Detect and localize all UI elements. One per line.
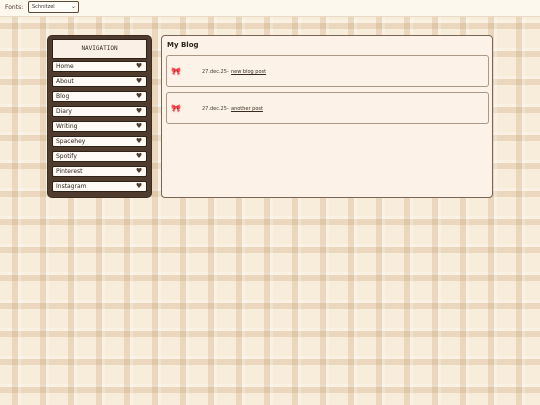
heart-icon: ♥	[135, 107, 143, 115]
heart-icon: ♥	[135, 137, 143, 145]
nav-item-blog[interactable]: Blog ♥	[52, 91, 147, 102]
heart-icon: ♥	[135, 122, 143, 130]
heart-icon: ♥	[135, 92, 143, 100]
nav-item-label: Instagram	[56, 183, 87, 190]
heart-icon: ♥	[135, 182, 143, 190]
nav-item-label: Writing	[56, 123, 78, 130]
nav-item-spotify[interactable]: Spotify ♥	[52, 151, 147, 162]
heart-icon: ♥	[135, 167, 143, 175]
post-separator: -	[227, 106, 229, 112]
nav-item-diary[interactable]: Diary ♥	[52, 106, 147, 117]
nav-item-label: Spacehey	[56, 138, 86, 145]
blog-title: My Blog	[167, 41, 199, 49]
bow-icon: 🎀	[171, 104, 181, 113]
heart-icon: ♥	[135, 77, 143, 85]
nav-item-about[interactable]: About ♥	[52, 76, 147, 87]
post-title-link[interactable]: new blog post	[231, 69, 266, 75]
nav-item-instagram[interactable]: Instagram ♥	[52, 181, 147, 192]
nav-item-writing[interactable]: Writing ♥	[52, 121, 147, 132]
navigation-panel: NAVIGATION Home ♥ About ♥ Blog ♥ Diary ♥…	[48, 36, 151, 197]
font-label: Fonts:	[5, 4, 24, 11]
nav-item-label: Home	[56, 63, 74, 70]
nav-item-label: Diary	[56, 108, 72, 115]
post-separator: -	[227, 69, 229, 75]
heart-icon: ♥	[135, 62, 143, 70]
chevron-down-icon: ⌄	[70, 3, 76, 10]
nav-item-label: Spotify	[56, 153, 77, 160]
nav-item-label: Blog	[56, 93, 70, 100]
font-bar: Fonts: Schnitzel ⌄	[0, 0, 540, 17]
nav-item-pinterest[interactable]: Pinterest ♥	[52, 166, 147, 177]
post-date: 27.dec.25	[202, 69, 227, 75]
font-select-value: Schnitzel	[32, 4, 55, 10]
blog-panel: My Blog 🎀 27.dec.25 - new blog post 🎀 27…	[161, 35, 493, 198]
nav-item-label: About	[56, 78, 74, 85]
post-date: 27.dec.25	[202, 106, 227, 112]
nav-item-home[interactable]: Home ♥	[52, 61, 147, 72]
navigation-title: NAVIGATION	[52, 39, 147, 59]
font-select[interactable]: Schnitzel ⌄	[28, 1, 79, 13]
blog-post-item: 🎀 27.dec.25 - another post	[166, 92, 489, 124]
bow-icon: 🎀	[171, 67, 181, 76]
nav-item-label: Pinterest	[56, 168, 83, 175]
post-title-link[interactable]: another post	[231, 106, 263, 112]
nav-item-spacehey[interactable]: Spacehey ♥	[52, 136, 147, 147]
blog-post-item: 🎀 27.dec.25 - new blog post	[166, 55, 489, 87]
heart-icon: ♥	[135, 152, 143, 160]
